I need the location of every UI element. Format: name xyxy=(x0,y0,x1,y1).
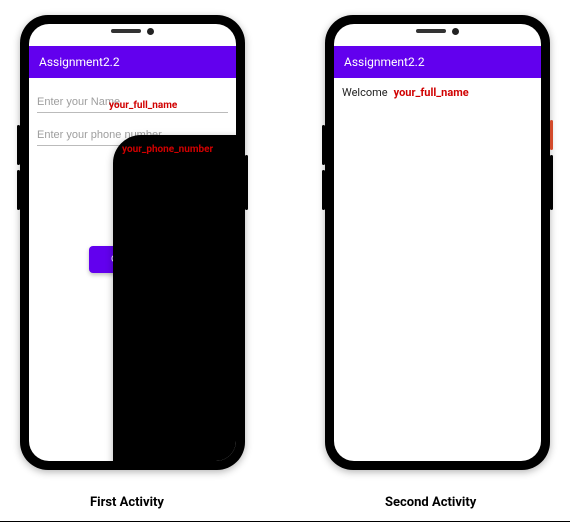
app-title-second: Assignment2.2 xyxy=(344,55,425,69)
body-first: your_full_name your_phone_number OK xyxy=(29,78,236,279)
welcome-value: your_full_name xyxy=(394,86,469,99)
caption-second: Second Activity xyxy=(385,495,476,510)
side-accent xyxy=(550,120,553,150)
notch-second xyxy=(408,24,468,38)
volume-up-second xyxy=(322,125,325,165)
name-input[interactable] xyxy=(37,92,228,113)
screen-second: Assignment2.2 Welcome your_full_name xyxy=(334,24,541,461)
phone-frame-second: Assignment2.2 Welcome your_full_name xyxy=(325,15,550,470)
annotation-phone: your_phone_number xyxy=(113,135,236,461)
app-bar-second: Assignment2.2 xyxy=(334,46,541,78)
welcome-label: Welcome xyxy=(342,86,388,99)
welcome-row: Welcome your_full_name xyxy=(342,84,533,99)
phone-input[interactable] xyxy=(37,125,228,146)
ok-button[interactable]: OK xyxy=(89,246,148,273)
name-input-row: your_full_name xyxy=(37,90,228,113)
phone-frame-first: Assignment2.2 your_full_name your_phone_… xyxy=(20,15,245,470)
power-button-first xyxy=(245,155,248,210)
body-second: Welcome your_full_name xyxy=(334,78,541,105)
volume-down-second xyxy=(322,170,325,210)
caption-first: First Activity xyxy=(90,495,164,510)
notch-first xyxy=(103,24,163,38)
volume-up-first xyxy=(17,125,20,165)
phone-input-row: your_phone_number xyxy=(37,123,228,146)
app-bar-first: Assignment2.2 xyxy=(29,46,236,78)
volume-down-first xyxy=(17,170,20,210)
camera-icon xyxy=(147,28,154,35)
camera-icon xyxy=(452,28,459,35)
speaker-icon xyxy=(111,29,141,33)
baseline-rule xyxy=(0,521,570,522)
app-title-first: Assignment2.2 xyxy=(39,55,120,69)
screen-first: Assignment2.2 your_full_name your_phone_… xyxy=(29,24,236,461)
speaker-icon xyxy=(416,29,446,33)
power-button-second xyxy=(550,155,553,210)
